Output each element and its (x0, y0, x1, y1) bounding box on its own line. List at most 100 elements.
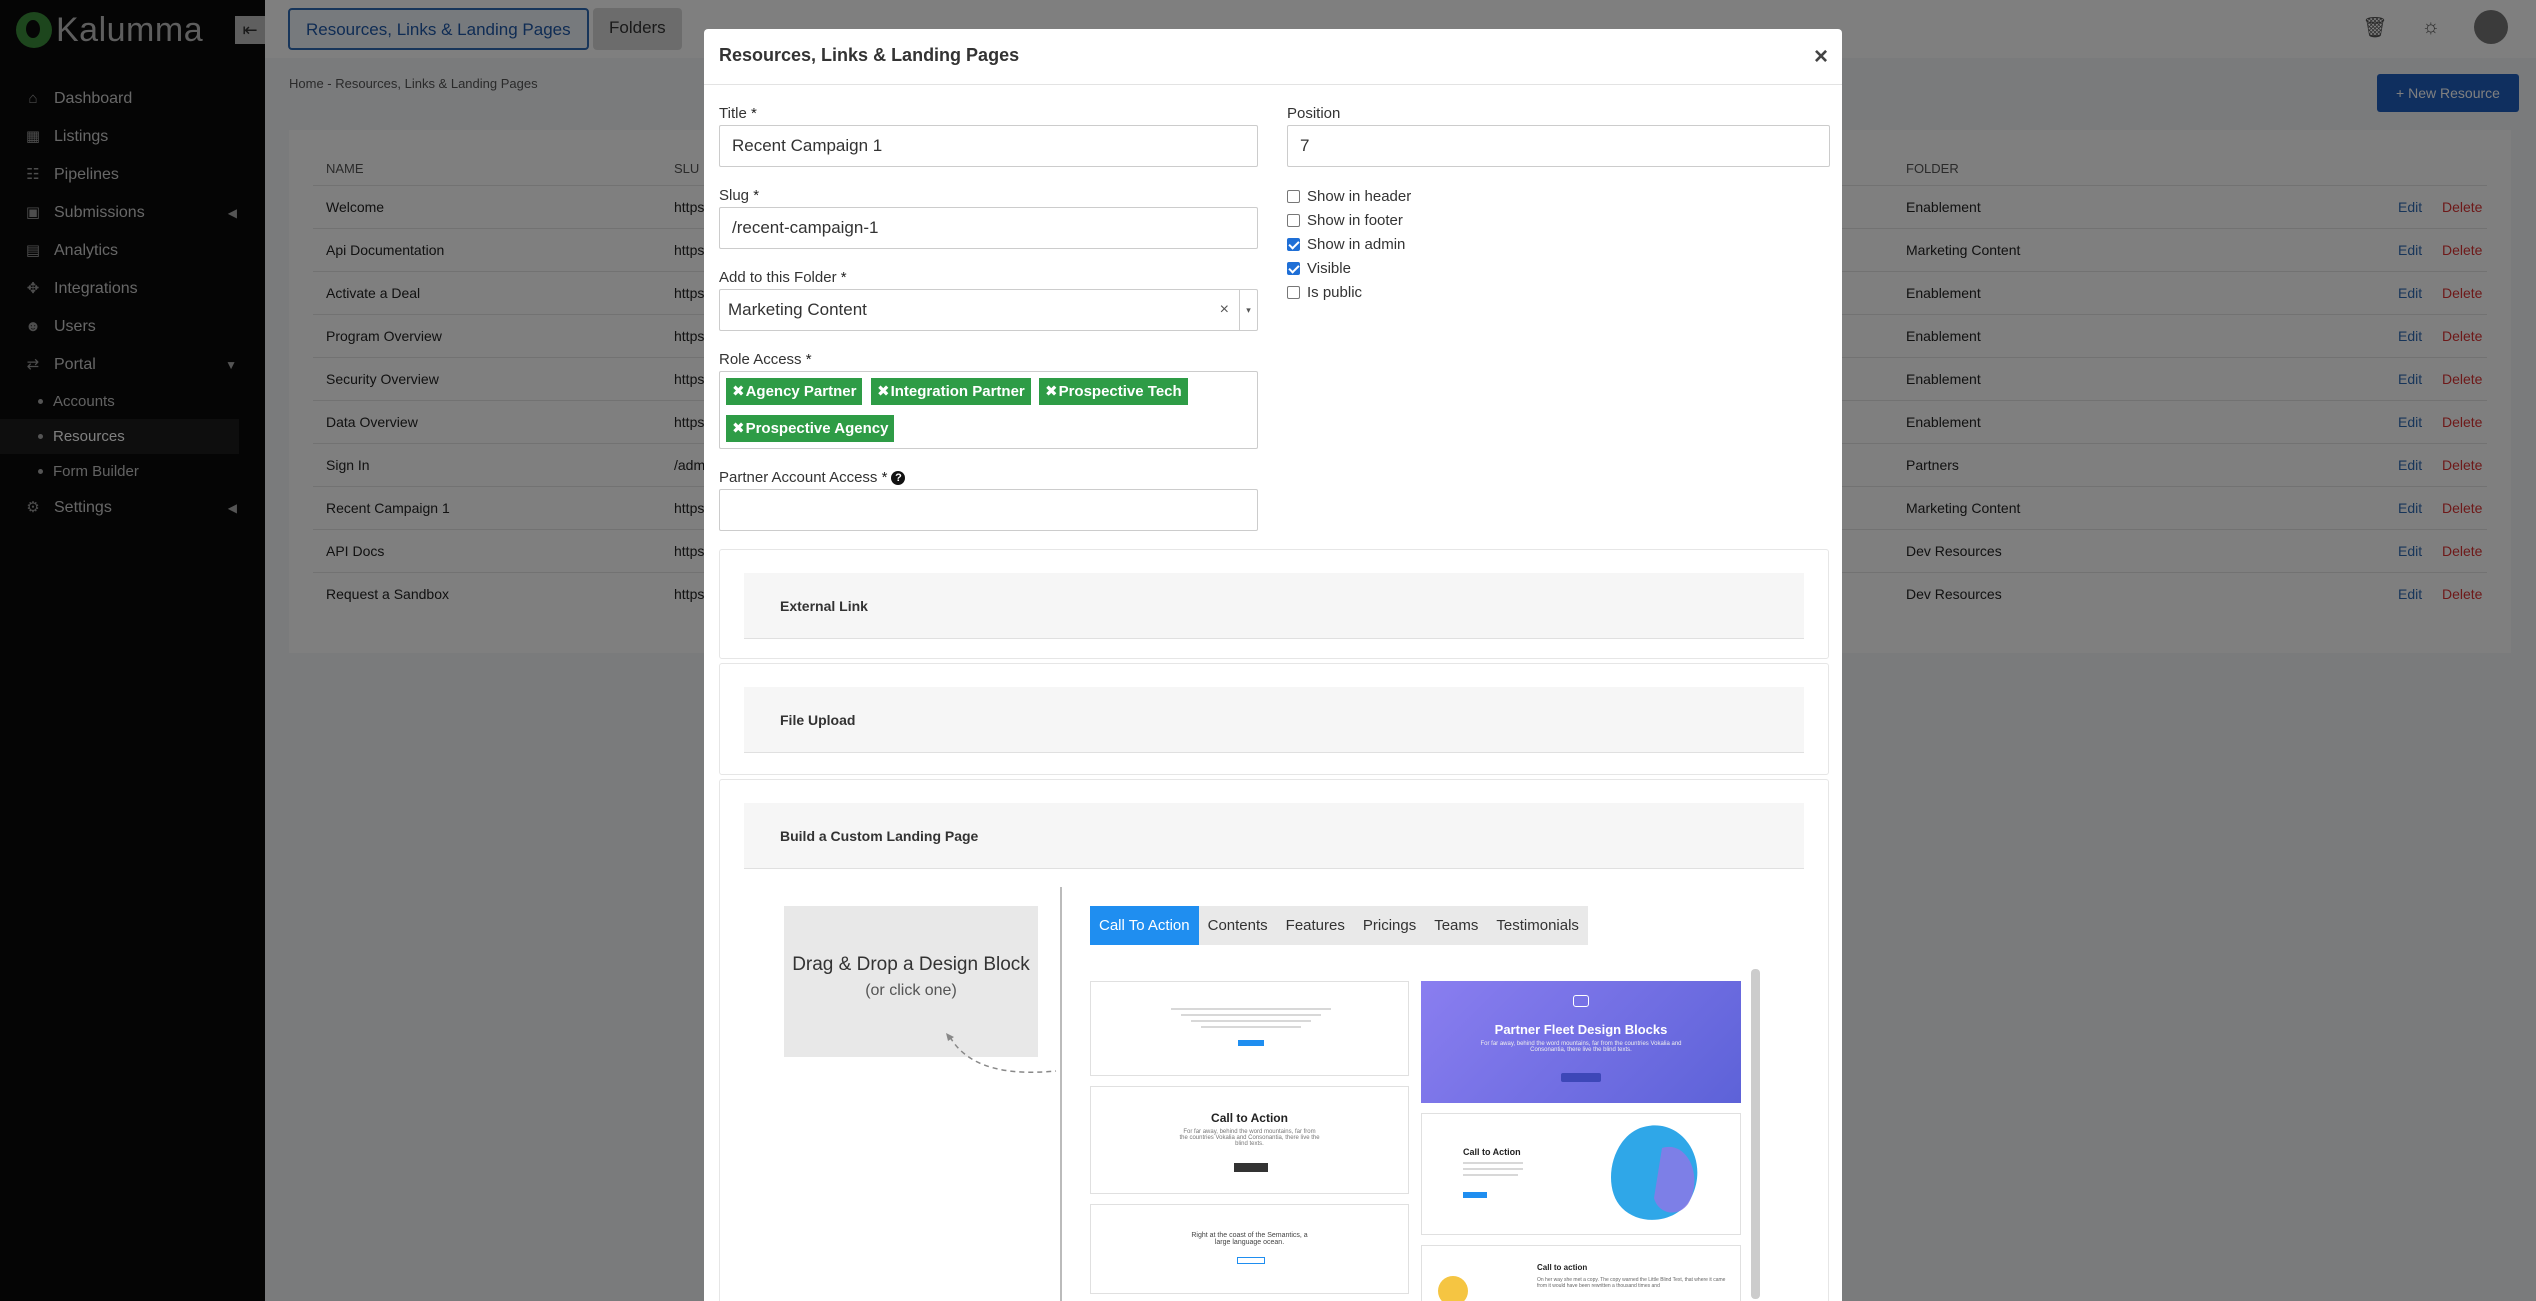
remove-tag-icon[interactable]: ✖ (732, 420, 745, 437)
visible-checkbox[interactable]: Visible (1287, 258, 1351, 278)
checkbox-label: Visible (1307, 259, 1351, 277)
thumb-button (1234, 1163, 1268, 1172)
help-icon[interactable]: ? (891, 471, 906, 485)
role-tag-label: Prospective Agency (745, 420, 889, 437)
role-tag[interactable]: ✖Prospective Tech (1039, 378, 1188, 405)
remove-tag-icon[interactable]: ✖ (732, 383, 745, 400)
close-icon[interactable]: × (1814, 43, 1828, 71)
checkbox[interactable] (1287, 285, 1300, 299)
checkbox-label: Show in admin (1307, 235, 1406, 253)
section-header[interactable]: File Upload (744, 687, 1804, 753)
thumb-text: Right at the coast of the Semantics, a l… (1191, 1232, 1308, 1246)
blob-shape-icon (1610, 1125, 1698, 1220)
thumb-text: For far away, behind the word mountains,… (1480, 1041, 1682, 1053)
checkbox[interactable] (1287, 189, 1300, 203)
thumb-button (1463, 1192, 1487, 1198)
panel-divider[interactable] (1060, 887, 1062, 1301)
show-in-header-checkbox[interactable]: Show in header (1287, 186, 1411, 206)
blocks-scrollbar[interactable] (1751, 969, 1760, 1299)
show-in-admin-checkbox[interactable]: Show in admin (1287, 234, 1405, 254)
position-label: Position (1287, 105, 1341, 122)
required-mark: * (750, 105, 757, 122)
remove-tag-icon[interactable]: ✖ (877, 383, 890, 400)
checkbox-label: Show in header (1307, 187, 1412, 205)
role-access-label-text: Role Access (719, 351, 802, 368)
role-tag-label: Agency Partner (745, 383, 857, 400)
dropzone-subtitle: (or click one) (865, 982, 957, 999)
slug-input[interactable]: /recent-campaign-1 (719, 207, 1258, 249)
chevron-down-icon[interactable]: ▾ (1239, 290, 1257, 330)
partner-access-label: Partner Account Access *? (719, 469, 906, 486)
modal-header: Resources, Links & Landing Pages × (704, 29, 1842, 85)
tab-testimonials[interactable]: Testimonials (1487, 906, 1588, 945)
required-mark: * (881, 469, 888, 486)
role-tag[interactable]: ✖Prospective Agency (726, 415, 895, 442)
design-block-thumb[interactable]: Call to action On her way she met a copy… (1421, 1245, 1741, 1301)
text-placeholder (1201, 1026, 1301, 1028)
tab-features[interactable]: Features (1277, 906, 1354, 945)
slug-label-text: Slug (719, 187, 750, 204)
title-input[interactable]: Recent Campaign 1 (719, 125, 1258, 167)
resource-modal: Resources, Links & Landing Pages × Title… (704, 29, 1842, 1301)
design-block-thumb[interactable]: Partner Fleet Design Blocks For far away… (1421, 981, 1741, 1103)
modal-title: Resources, Links & Landing Pages (719, 45, 1020, 65)
checkbox[interactable] (1287, 261, 1300, 275)
emoji-icon (1438, 1276, 1468, 1301)
design-block-thumb[interactable]: Right at the coast of the Semantics, a l… (1090, 1204, 1409, 1294)
folder-select-value: Marketing Content (728, 300, 867, 319)
block-category-tabs: Call To Action Contents Features Pricing… (1090, 906, 1588, 945)
dashed-arrow-icon (946, 1033, 1057, 1073)
thumb-text: On her way she met a copy. The copy warn… (1537, 1277, 1726, 1289)
thumb-title: Partner Fleet Design Blocks (1494, 1022, 1668, 1037)
checkbox[interactable] (1287, 237, 1300, 251)
external-link-section: External Link (719, 549, 1829, 659)
text-placeholder (1463, 1174, 1518, 1176)
text-placeholder (1191, 1020, 1311, 1022)
thumb-button (1238, 1040, 1264, 1046)
tab-pricings[interactable]: Pricings (1354, 906, 1425, 945)
thumb-button (1561, 1073, 1601, 1082)
text-placeholder (1181, 1014, 1321, 1016)
show-in-footer-checkbox[interactable]: Show in footer (1287, 210, 1403, 230)
is-public-checkbox[interactable]: Is public (1287, 282, 1362, 302)
title-label: Title * (719, 105, 757, 122)
text-placeholder (1171, 1008, 1331, 1010)
thumb-title: Call to Action (1463, 1147, 1521, 1157)
tab-call-to-action[interactable]: Call To Action (1090, 906, 1199, 945)
section-title: Build a Custom Landing Page (780, 828, 979, 844)
section-title: External Link (780, 598, 868, 614)
role-tag-label: Integration Partner (890, 383, 1025, 400)
folder-label: Add to this Folder * (719, 269, 847, 286)
text-placeholder (1463, 1162, 1523, 1164)
folder-select[interactable]: Marketing Content × ▾ (719, 289, 1258, 331)
tab-teams[interactable]: Teams (1425, 906, 1487, 945)
text-placeholder (1463, 1168, 1523, 1170)
folder-label-text: Add to this Folder (719, 269, 837, 286)
thumb-text: For far away, behind the word mountains,… (1179, 1129, 1320, 1147)
tab-contents[interactable]: Contents (1199, 906, 1277, 945)
role-access-select[interactable]: ✖Agency Partner ✖Integration Partner ✖Pr… (719, 371, 1258, 449)
clear-icon[interactable]: × (1220, 290, 1229, 330)
cup-icon (1573, 995, 1589, 1007)
remove-tag-icon[interactable]: ✖ (1045, 383, 1058, 400)
partner-access-input[interactable] (719, 489, 1258, 531)
slug-label: Slug * (719, 187, 759, 204)
section-header[interactable]: Build a Custom Landing Page (744, 803, 1804, 869)
required-mark: * (753, 187, 760, 204)
checkbox-label: Show in footer (1307, 211, 1403, 229)
role-tag-label: Prospective Tech (1058, 383, 1182, 400)
file-upload-section: File Upload (719, 663, 1829, 775)
design-block-thumb[interactable] (1090, 981, 1409, 1076)
section-header[interactable]: External Link (744, 573, 1804, 639)
position-input[interactable]: 7 (1287, 125, 1830, 167)
checkbox-label: Is public (1307, 283, 1363, 301)
design-block-thumb[interactable]: Call to Action (1421, 1113, 1741, 1235)
role-tag[interactable]: ✖Agency Partner (726, 378, 863, 405)
role-access-label: Role Access * (719, 351, 812, 368)
dropzone-title: Drag & Drop a Design Block (792, 954, 1030, 975)
design-block-thumb[interactable]: Call to Action For far away, behind the … (1090, 1086, 1409, 1194)
role-tag[interactable]: ✖Integration Partner (871, 378, 1031, 405)
required-mark: * (805, 351, 812, 368)
partner-access-label-text: Partner Account Access (719, 469, 878, 486)
checkbox[interactable] (1287, 213, 1300, 227)
